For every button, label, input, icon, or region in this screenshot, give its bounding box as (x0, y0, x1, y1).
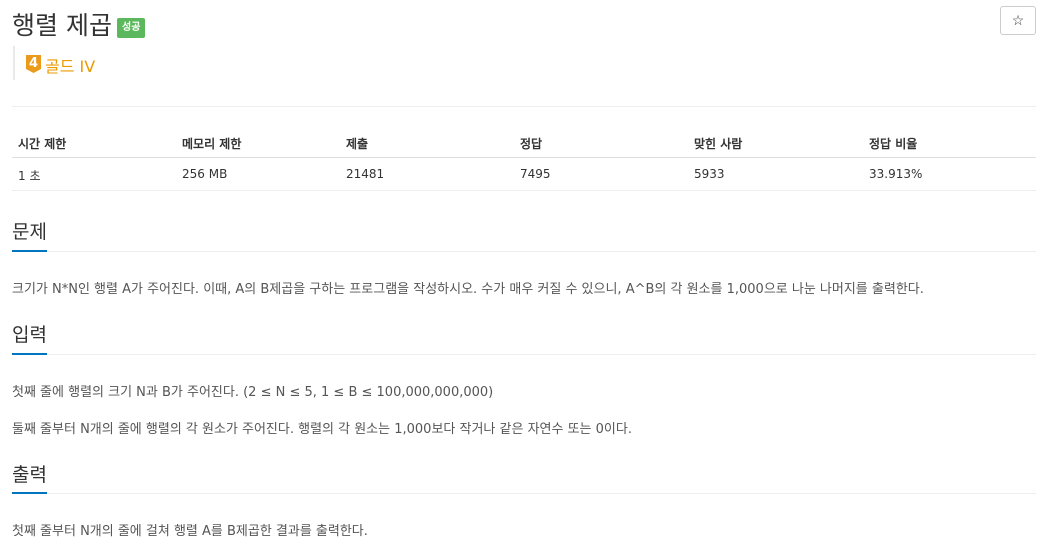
star-icon: ☆ (1011, 12, 1025, 28)
table-header: 정답 비율 (869, 137, 918, 151)
table-header: 맞힌 사람 (694, 137, 743, 151)
table-header-divider (12, 157, 1036, 158)
table-cell[interactable]: 5933 (694, 167, 725, 181)
favorite-button[interactable]: ☆ (1000, 6, 1036, 35)
input-description-line: 둘째 줄부터 N개의 줄에 행렬의 각 원소가 주어진다. 행렬의 각 원소는 … (12, 422, 632, 437)
header-divider (12, 106, 1036, 107)
table-header: 메모리 제한 (182, 137, 242, 151)
table-cell: 33.913% (869, 167, 923, 181)
status-badge: 성공 (117, 18, 146, 38)
section-underline (12, 250, 47, 252)
table-cell[interactable]: 21481 (346, 167, 384, 181)
section-underline (12, 492, 47, 494)
table-cell: 1 초 (18, 169, 41, 183)
section-rule (12, 493, 1036, 494)
section-title-problem: 문제 (12, 221, 47, 243)
section-rule (12, 251, 1036, 252)
tier-divider (13, 46, 15, 80)
problem-description: 크기가 N*N인 행렬 A가 주어진다. 이때, A의 B제곱을 구하는 프로그… (12, 282, 924, 297)
section-rule (12, 354, 1036, 355)
section-underline (12, 353, 47, 355)
section-title-output: 출력 (12, 464, 47, 486)
table-cell: 7495 (520, 167, 551, 181)
table-header: 시간 제한 (18, 137, 67, 151)
table-cell: 256 MB (182, 167, 228, 181)
section-title-input: 입력 (12, 324, 47, 346)
input-description-line: 첫째 줄에 행렬의 크기 N과 B가 주어진다. (2 ≤ N ≤ 5, 1 ≤… (12, 385, 494, 400)
output-description: 첫째 줄부터 N개의 줄에 걸쳐 행렬 A를 B제곱한 결과를 출력한다. (12, 524, 368, 539)
tier-label[interactable]: 골드 IV (45, 53, 95, 77)
table-bottom-divider (12, 190, 1036, 191)
tier-icon: 4 (26, 55, 41, 73)
table-header: 정답 (520, 137, 543, 151)
table-header: 제출 (346, 137, 369, 151)
page-title: 행렬 제곱 (12, 11, 112, 40)
